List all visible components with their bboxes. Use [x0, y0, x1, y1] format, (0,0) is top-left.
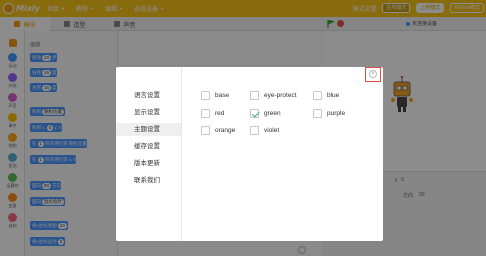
checkbox[interactable]: [250, 126, 259, 135]
theme-option-eye-protect[interactable]: eye-protect: [250, 91, 297, 100]
nav-cache[interactable]: 缓存设置: [116, 140, 181, 153]
settings-dialog: 语言设置 显示设置 主题设置 缓存设置 版本更新 联系我们 × base eye…: [116, 67, 383, 241]
checkbox[interactable]: [313, 109, 322, 118]
nav-theme[interactable]: 主题设置: [116, 123, 181, 136]
theme-option-violet[interactable]: violet: [250, 126, 279, 135]
theme-option-blue[interactable]: blue: [313, 91, 339, 100]
close-icon[interactable]: ×: [369, 70, 377, 78]
checkbox[interactable]: [201, 126, 210, 135]
checkbox[interactable]: [313, 91, 322, 100]
checkbox-checked[interactable]: [250, 109, 259, 118]
nav-display[interactable]: 显示设置: [116, 106, 181, 119]
theme-option-orange[interactable]: orange: [201, 126, 235, 135]
checkbox[interactable]: [250, 91, 259, 100]
nav-update[interactable]: 版本更新: [116, 157, 181, 170]
close-highlight: ×: [365, 67, 381, 82]
checkbox[interactable]: [201, 91, 210, 100]
checkbox[interactable]: [201, 109, 210, 118]
settings-nav: 语言设置 显示设置 主题设置 缓存设置 版本更新 联系我们: [116, 67, 182, 241]
nav-language[interactable]: 语言设置: [116, 89, 181, 102]
theme-option-base[interactable]: base: [201, 91, 229, 100]
nav-contact[interactable]: 联系我们: [116, 174, 181, 187]
theme-option-purple[interactable]: purple: [313, 109, 345, 118]
theme-option-red[interactable]: red: [201, 109, 224, 118]
theme-option-green[interactable]: green: [250, 109, 281, 118]
